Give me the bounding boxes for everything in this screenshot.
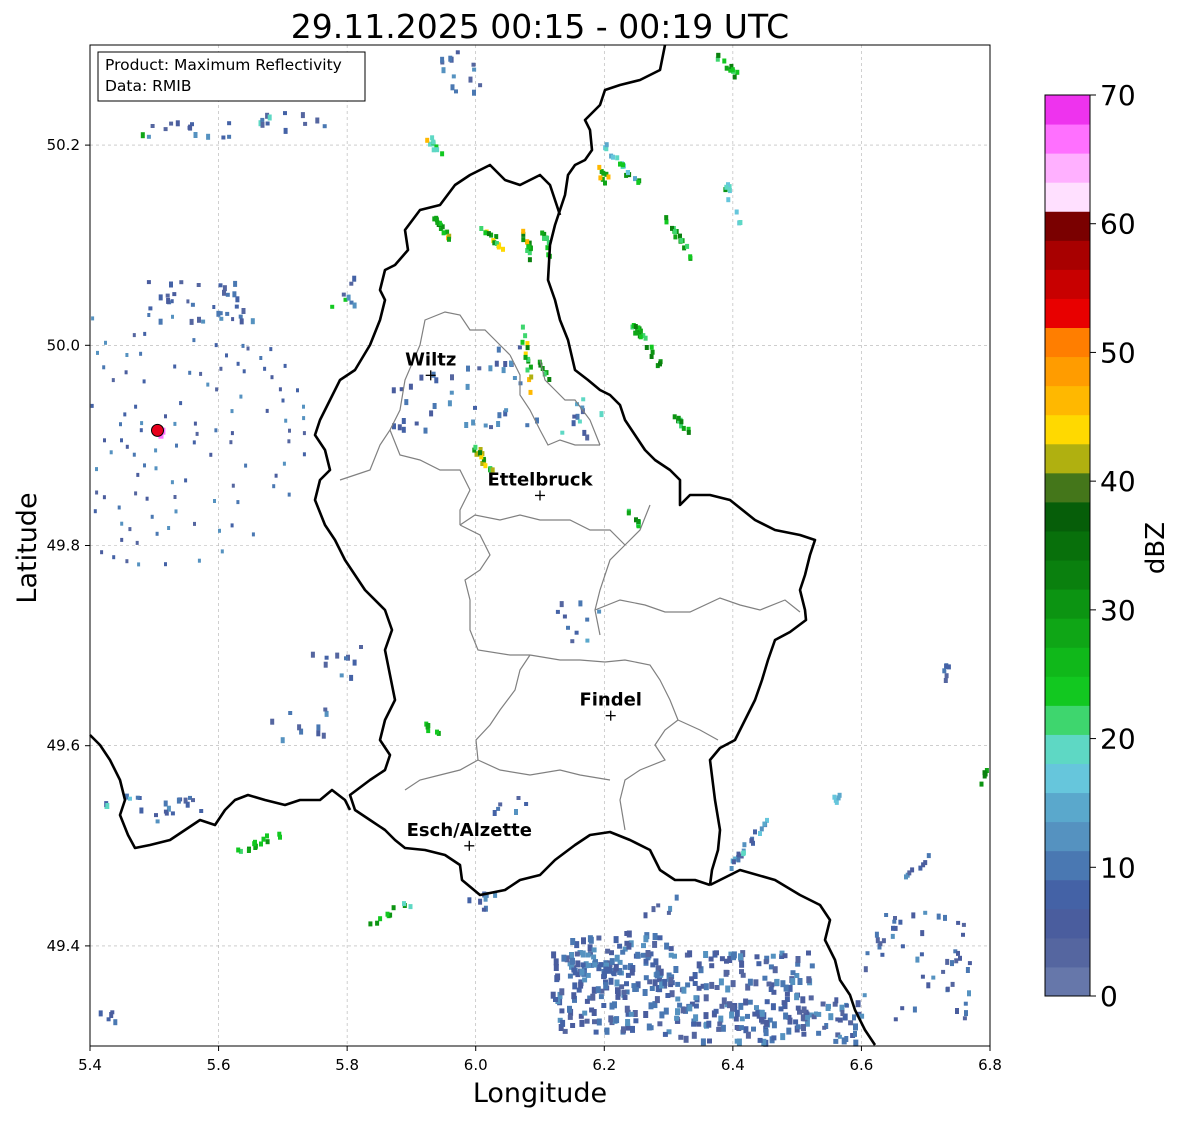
colorbar-segment [1045, 560, 1090, 590]
x-tick-label: 5.6 [207, 1056, 231, 1074]
city-label: Findel [579, 690, 642, 711]
colorbar-label: dBZ [1141, 522, 1171, 574]
colorbar-segment [1045, 501, 1090, 532]
radar-map-figure: 29.11.2025 00:15 - 00:19 UTC Wiltz Ettelb… [0, 0, 1179, 1117]
x-tick-label: 5.4 [78, 1056, 102, 1074]
colorbar-tick-label: 40 [1100, 465, 1136, 498]
colorbar-segment [1045, 850, 1090, 881]
colorbar-segment [1045, 356, 1090, 387]
colorbar-segment [1045, 792, 1090, 823]
x-tick-label: 5.8 [335, 1056, 359, 1074]
y-axis-label: Latitude [12, 492, 43, 603]
x-tick-label: 6.6 [849, 1056, 873, 1074]
colorbar-segment [1045, 95, 1090, 125]
colorbar-segment [1045, 966, 1090, 997]
map-title: 29.11.2025 00:15 - 00:19 UTC [291, 7, 789, 46]
colorbar-segment [1045, 269, 1090, 299]
colorbar-segment [1045, 734, 1090, 764]
colorbar-tick-label: 60 [1100, 208, 1136, 241]
colorbar-segment [1045, 879, 1090, 910]
colorbar-segment [1045, 414, 1090, 445]
city-label: Esch/Alzette [407, 820, 532, 841]
y-tick-label: 50.0 [47, 336, 80, 354]
y-tick-label: 49.6 [47, 737, 80, 755]
colorbar-tick-label: 50 [1100, 336, 1136, 369]
colorbar-tick-label: 70 [1100, 79, 1136, 112]
colorbar-segment [1045, 240, 1090, 270]
colorbar-tick-label: 10 [1100, 851, 1136, 884]
x-axis-ticks: 5.4 5.6 5.8 6.0 6.2 6.4 6.6 6.8 [78, 1046, 1002, 1074]
colorbar-segment [1045, 211, 1090, 241]
colorbar-segment [1045, 530, 1090, 561]
y-tick-label: 49.8 [47, 537, 80, 555]
colorbar-tick-label: 0 [1100, 980, 1118, 1013]
info-box: Product: Maximum Reflectivity Data: RMIB [97, 51, 366, 102]
radar-site-marker [151, 423, 164, 437]
colorbar-segment [1045, 443, 1090, 474]
city-label: Wiltz [405, 349, 456, 370]
colorbar-segment [1045, 647, 1090, 677]
colorbar-segment [1045, 937, 1090, 968]
x-tick-label: 6.8 [978, 1056, 1002, 1074]
info-product: Product: Maximum Reflectivity [105, 56, 342, 74]
x-tick-label: 6.0 [464, 1056, 488, 1074]
colorbar-segment [1045, 676, 1090, 706]
colorbar-segment [1045, 153, 1090, 183]
radar-map-svg: 29.11.2025 00:15 - 00:19 UTC Wiltz Ettelb… [12, 7, 1171, 1109]
colorbar-segment [1045, 327, 1090, 358]
colorbar-segment [1045, 763, 1090, 794]
colorbar-segment [1045, 908, 1090, 939]
y-axis-ticks: 49.4 49.6 49.8 50.0 50.2 [47, 136, 90, 955]
x-axis-label: Longitude [473, 1078, 607, 1109]
colorbar-segment [1045, 589, 1090, 619]
colorbar-segment [1045, 472, 1090, 503]
colorbar-segment [1045, 821, 1090, 852]
colorbar: 0 10 20 30 40 50 60 70 [1044, 79, 1136, 1013]
colorbar-segment [1045, 124, 1090, 154]
colorbar-segment [1045, 182, 1090, 212]
colorbar-segment [1045, 385, 1090, 416]
colorbar-segment [1045, 298, 1090, 329]
colorbar-tick-label: 20 [1100, 723, 1136, 756]
x-tick-label: 6.2 [592, 1056, 616, 1074]
y-tick-label: 50.2 [47, 136, 80, 154]
city-label: Ettelbruck [487, 469, 593, 490]
colorbar-tick-label: 30 [1100, 594, 1136, 627]
colorbar-segment [1045, 705, 1090, 735]
y-tick-label: 49.4 [47, 937, 80, 955]
info-data: Data: RMIB [105, 77, 192, 95]
colorbar-segment [1045, 618, 1090, 648]
x-tick-label: 6.4 [721, 1056, 745, 1074]
